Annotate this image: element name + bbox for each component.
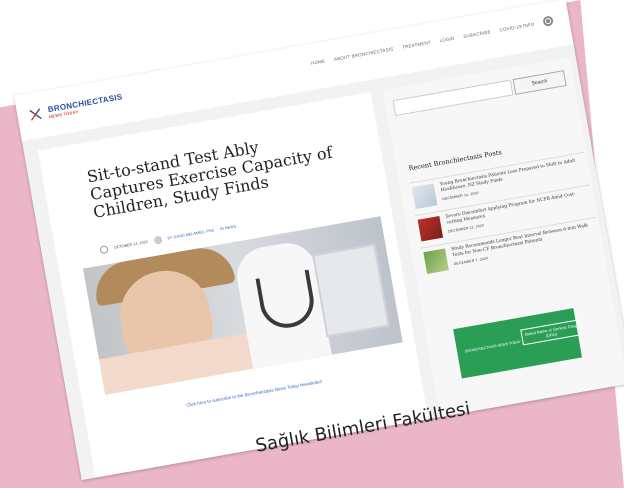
- author-avatar: [153, 235, 163, 245]
- recent-post-thumbnail[interactable]: [411, 183, 438, 209]
- article-author[interactable]: BY DAVID MELAMED, PHD: [167, 228, 214, 240]
- ad-logo: BRONCHIECTASIS NEWS TODAY: [464, 339, 522, 354]
- hero-monitor: [312, 243, 390, 338]
- site-logo[interactable]: BRONCHIECTASIS NEWS TODAY: [26, 91, 124, 124]
- search-input[interactable]: [392, 79, 514, 117]
- recent-post-thumbnail[interactable]: [417, 215, 444, 242]
- nav-covid-info[interactable]: COVID-19 INFO: [499, 21, 535, 32]
- article-title: Sit-to-stand Test Ably Captures Exercise…: [85, 137, 334, 222]
- subscribe-link[interactable]: Click here to subscribe to the Bronchiec…: [186, 379, 323, 408]
- recent-post-thumbnail[interactable]: [423, 248, 449, 274]
- recent-post-date: DECEMBER 11, 2020: [447, 223, 485, 234]
- recent-post-date: DECEMBER 14, 2020: [442, 190, 479, 202]
- main-nav: HOME ABOUT BRONCHIECTASIS TREATMENT LOGI…: [310, 15, 554, 68]
- search-icon[interactable]: [542, 15, 554, 27]
- lung-logo-icon: [26, 105, 45, 124]
- recent-post-date: DECEMBER 7, 2020: [453, 256, 489, 267]
- article-date: OCTOBER 14, 2020: [113, 239, 149, 250]
- article-category[interactable]: IN NEWS: [220, 224, 237, 231]
- nav-login[interactable]: LOGIN: [439, 35, 455, 43]
- nav-about[interactable]: ABOUT BRONCHIECTASIS: [333, 46, 393, 61]
- nav-treatment[interactable]: TREATMENT: [402, 39, 431, 49]
- nav-home[interactable]: HOME: [311, 58, 326, 65]
- calendar-icon: [99, 245, 109, 255]
- nav-subscribe[interactable]: SUBSCRIBE: [463, 29, 491, 39]
- ad-text: Brand Name or Generic Drug (DRG): [520, 319, 583, 346]
- sidebar-ad[interactable]: BRONCHIECTASIS NEWS TODAY Brand Name or …: [453, 308, 583, 379]
- search-button[interactable]: Search: [512, 70, 567, 95]
- recent-posts-list: Young Bronchiectasis Patients Less Prepa…: [409, 151, 602, 281]
